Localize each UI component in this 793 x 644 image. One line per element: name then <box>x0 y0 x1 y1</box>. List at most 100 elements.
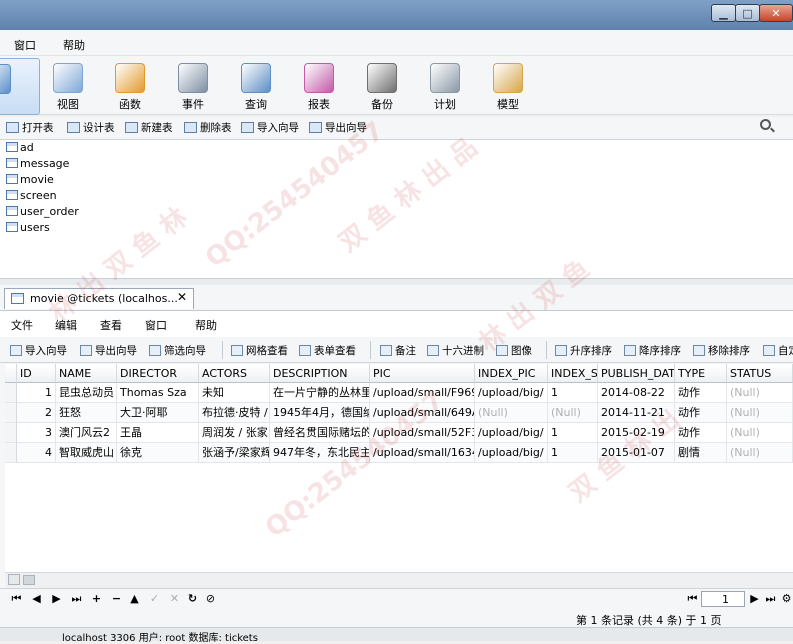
row-selector[interactable] <box>5 443 17 463</box>
row-selector[interactable] <box>5 403 17 423</box>
table-cell-description[interactable]: 1945年4月，德国纳 <box>270 403 370 423</box>
sort-ascending-button[interactable]: 升序排序 <box>555 343 612 359</box>
column-header-pic[interactable]: PIC <box>370 364 475 383</box>
table-cell-status[interactable]: (Null) <box>727 443 793 463</box>
horizontal-scrollbar[interactable] <box>5 572 793 588</box>
editor-menu-window[interactable]: 窗口 <box>145 317 167 333</box>
next-record-icon[interactable]: ▶ <box>50 592 63 606</box>
table-item-message[interactable]: message <box>6 156 69 172</box>
maximize-button[interactable]: □ <box>735 4 760 22</box>
refresh-icon[interactable]: ↻ <box>186 592 199 606</box>
editor-menu-help[interactable]: 帮助 <box>195 317 217 333</box>
hex-button[interactable]: 十六进制 <box>427 343 484 359</box>
scroll-left-button[interactable] <box>8 574 20 585</box>
toolbar-button-backup[interactable]: 备份 <box>354 58 410 114</box>
table-cell-pic[interactable]: /upload/small/649A <box>370 403 475 423</box>
table-cell-director[interactable]: 王晶 <box>117 423 199 443</box>
table-cell-status[interactable]: (Null) <box>727 423 793 443</box>
table-cell-description[interactable]: 在一片宁静的丛林里 <box>270 383 370 403</box>
table-cell-publish-date[interactable]: 2015-01-07 <box>598 443 675 463</box>
page-number-input[interactable]: 1 <box>701 591 745 607</box>
row-selector[interactable] <box>5 383 17 403</box>
form-view-button[interactable]: 表单查看 <box>299 343 356 359</box>
table-cell-publish-date[interactable]: 2014-11-21 <box>598 403 675 423</box>
table-cell-index-si[interactable]: 1 <box>548 423 598 443</box>
first-record-icon[interactable]: ⏮ <box>10 592 23 606</box>
grid-view-button[interactable]: 网格查看 <box>231 343 288 359</box>
table-cell-publish-date[interactable]: 2015-02-19 <box>598 423 675 443</box>
new-table-button[interactable]: 新建表 <box>125 120 173 136</box>
image-button[interactable]: 图像 <box>496 343 532 359</box>
up-icon[interactable]: ▲ <box>128 592 141 606</box>
open-table-button[interactable]: 打开表 <box>6 120 54 136</box>
table-item-users[interactable]: users <box>6 220 50 236</box>
last-record-icon[interactable]: ⏭ <box>70 592 83 606</box>
table-cell-actors[interactable]: 周润发 / 张家 <box>199 423 270 443</box>
table-cell-status[interactable]: (Null) <box>727 403 793 423</box>
import-wizard-button[interactable]: 导入向导 <box>241 120 299 136</box>
table-cell-id[interactable]: 3 <box>17 423 56 443</box>
column-header-type[interactable]: TYPE <box>675 364 727 383</box>
page-settings-icon[interactable]: ⚙ <box>780 592 793 606</box>
table-cell-director[interactable]: 大卫·阿耶 <box>117 403 199 423</box>
table-cell-type[interactable]: 动作 <box>675 403 727 423</box>
remove-sort-button[interactable]: 移除排序 <box>693 343 750 359</box>
delete-record-icon[interactable]: − <box>110 592 123 606</box>
table-cell-index-si[interactable]: (Null) <box>548 403 598 423</box>
stop-icon[interactable]: ⊘ <box>204 592 217 606</box>
toolbar-button-query[interactable]: 查询 <box>228 58 284 114</box>
toolbar-button-view[interactable]: 视图 <box>40 58 96 114</box>
table-item-ad[interactable]: ad <box>6 140 34 156</box>
column-header-director[interactable]: DIRECTOR <box>117 364 199 383</box>
table-cell-actors[interactable]: 张涵予/梁家辉 <box>199 443 270 463</box>
table-cell-type[interactable]: 剧情 <box>675 443 727 463</box>
toolbar-button-model[interactable]: 模型 <box>480 58 536 114</box>
table-cell-index-pic[interactable]: /upload/big/ <box>475 383 548 403</box>
toolbar-button-schedule[interactable]: 计划 <box>417 58 473 114</box>
table-cell-type[interactable]: 动作 <box>675 383 727 403</box>
first-page-icon[interactable]: ⏮ <box>686 592 699 606</box>
memo-button[interactable]: 备注 <box>380 343 416 359</box>
export-wizard-button[interactable]: 导出向导 <box>309 120 367 136</box>
table-cell-id[interactable]: 4 <box>17 443 56 463</box>
table-cell-actors[interactable]: 布拉德·皮特 / <box>199 403 270 423</box>
scrollbar-thumb[interactable] <box>23 575 35 585</box>
column-header-actors[interactable]: ACTORS <box>199 364 270 383</box>
table-cell-director[interactable]: Thomas Sza <box>117 383 199 403</box>
row-selector[interactable] <box>5 423 17 443</box>
last-page-icon[interactable]: ⏭ <box>764 592 777 606</box>
table-item-user-order[interactable]: user_order <box>6 204 79 220</box>
table-cell-index-si[interactable]: 1 <box>548 443 598 463</box>
menu-help[interactable]: 帮助 <box>63 37 85 53</box>
discard-changes-icon[interactable]: ✕ <box>168 592 181 606</box>
import-wizard-button[interactable]: 导入向导 <box>10 343 67 359</box>
editor-menu-view[interactable]: 查看 <box>100 317 122 333</box>
toolbar-button-event[interactable]: 事件 <box>165 58 221 114</box>
table-cell-director[interactable]: 徐克 <box>117 443 199 463</box>
table-cell-name[interactable]: 狂怒 <box>56 403 117 423</box>
toolbar-button-table[interactable]: 表 <box>0 58 40 115</box>
close-window-button[interactable]: ✕ <box>759 4 793 22</box>
table-cell-pic[interactable]: /upload/small/F969 <box>370 383 475 403</box>
design-table-button[interactable]: 设计表 <box>67 120 115 136</box>
minimize-button[interactable]: ▁ <box>711 4 736 22</box>
filter-wizard-button[interactable]: 筛选向导 <box>149 343 206 359</box>
export-wizard-button[interactable]: 导出向导 <box>80 343 137 359</box>
tab-close-icon[interactable]: ✕ <box>177 290 187 304</box>
table-cell-index-pic[interactable]: (Null) <box>475 403 548 423</box>
table-cell-publish-date[interactable]: 2014-08-22 <box>598 383 675 403</box>
sort-descending-button[interactable]: 降序排序 <box>624 343 681 359</box>
table-cell-index-pic[interactable]: /upload/big/ <box>475 443 548 463</box>
custom-button[interactable]: 自定 <box>763 343 793 359</box>
editor-menu-edit[interactable]: 编辑 <box>55 317 77 333</box>
table-cell-index-pic[interactable]: /upload/big/ <box>475 423 548 443</box>
column-header-id[interactable]: ID <box>17 364 56 383</box>
column-header-description[interactable]: DESCRIPTION <box>270 364 370 383</box>
apply-changes-icon[interactable]: ✓ <box>148 592 161 606</box>
table-cell-status[interactable]: (Null) <box>727 383 793 403</box>
menu-window[interactable]: 窗口 <box>14 37 36 53</box>
delete-table-button[interactable]: 删除表 <box>184 120 232 136</box>
column-header-name[interactable]: NAME <box>56 364 117 383</box>
table-cell-pic[interactable]: /upload/small/52F3 <box>370 423 475 443</box>
table-item-movie[interactable]: movie <box>6 172 54 188</box>
